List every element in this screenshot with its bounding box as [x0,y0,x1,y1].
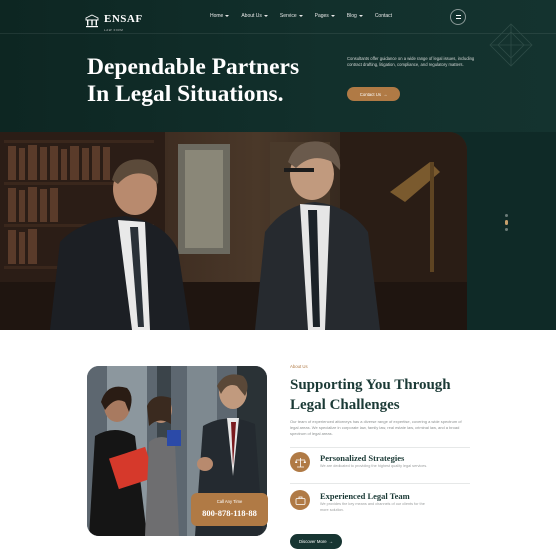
nav-item-contact[interactable]: Contact [375,13,392,19]
feature-title: Personalized Strategies [320,453,405,463]
feature-text: We provides the key means and channels o… [320,502,425,512]
logo-text: ENSAF [104,13,143,25]
hamburger-icon [455,15,461,19]
about-title-line-2: Legal Challenges [290,397,400,413]
about-title: Supporting You Through Legal Challenges [290,375,480,415]
about-description: Our team of experienced attorneys has a … [290,419,462,436]
nav-item-home[interactable]: Home [210,13,230,19]
chevron-down-icon [225,15,230,17]
feature-personalized-strategies: Personalized Strategies We are dedicated… [290,452,470,482]
nav-item-label: Home [210,13,224,19]
chevron-down-icon [298,15,303,17]
diamond-decoration-icon [489,23,533,67]
hero-image [0,132,467,330]
arrow-right-icon: → [328,539,333,544]
chevron-down-icon [330,15,335,17]
hero-title-line-2: In Legal Situations. [87,81,284,107]
slider-dot[interactable] [505,228,508,231]
feature-text: We are dedicated to providing the highes… [320,464,428,468]
attorneys-photo [0,132,467,330]
scales-icon [290,452,310,472]
hero-side-panel [467,132,556,330]
main-menu: Home About Us Service Pages Blog Contact [210,13,392,19]
feature-title: Experienced Legal Team [320,491,410,501]
discover-more-label: Discover More [299,539,327,544]
divider [290,483,470,484]
hero-title-line-1: Dependable Partners [87,54,300,80]
slider-pagination [505,214,508,231]
slider-dot-active[interactable] [505,220,508,225]
about-title-line-1: Supporting You Through [290,377,451,393]
contact-us-button[interactable]: Contact Us → [347,87,400,101]
call-card[interactable]: Call Any Time 800-878-118-88 [191,493,268,526]
chevron-down-icon [263,15,268,17]
nav-item-label: Pages [314,13,329,19]
slider-dot[interactable] [505,214,508,217]
call-number: 800-878-118-88 [202,508,257,518]
nav-item-label: Service [279,13,297,19]
menu-toggle-button[interactable] [450,9,466,25]
nav-item-label: About Us [241,13,262,19]
top-navigation: ENSAF LAW FIRM Home About Us Service Pag… [0,0,556,34]
about-kicker: About Us [290,364,308,369]
discover-more-button[interactable]: Discover More → [290,534,342,549]
contact-us-label: Contact Us [359,91,381,97]
nav-item-about-us[interactable]: About Us [241,13,268,19]
hero-title: Dependable Partners In Legal Situations. [87,54,337,108]
hero-section: ENSAF LAW FIRM Home About Us Service Pag… [0,0,556,330]
nav-item-service[interactable]: Service [280,13,303,19]
logo[interactable]: ENSAF LAW FIRM [84,9,143,32]
arrow-right-icon: → [382,91,388,97]
chevron-down-icon [358,15,363,17]
call-label: Call Any Time [216,499,243,504]
hero-description: Consultants offer guidance on a wide ran… [347,56,475,68]
nav-item-pages[interactable]: Pages [315,13,335,19]
logo-tagline: LAW FIRM [104,28,124,32]
divider [290,447,470,448]
nav-item-blog[interactable]: Blog [347,13,363,19]
briefcase-icon [290,490,310,510]
nav-item-label: Contact [374,13,393,19]
nav-item-label: Blog [346,13,357,19]
logo-icon [85,13,99,27]
feature-experienced-team: Experienced Legal Team We provides the k… [290,490,470,520]
